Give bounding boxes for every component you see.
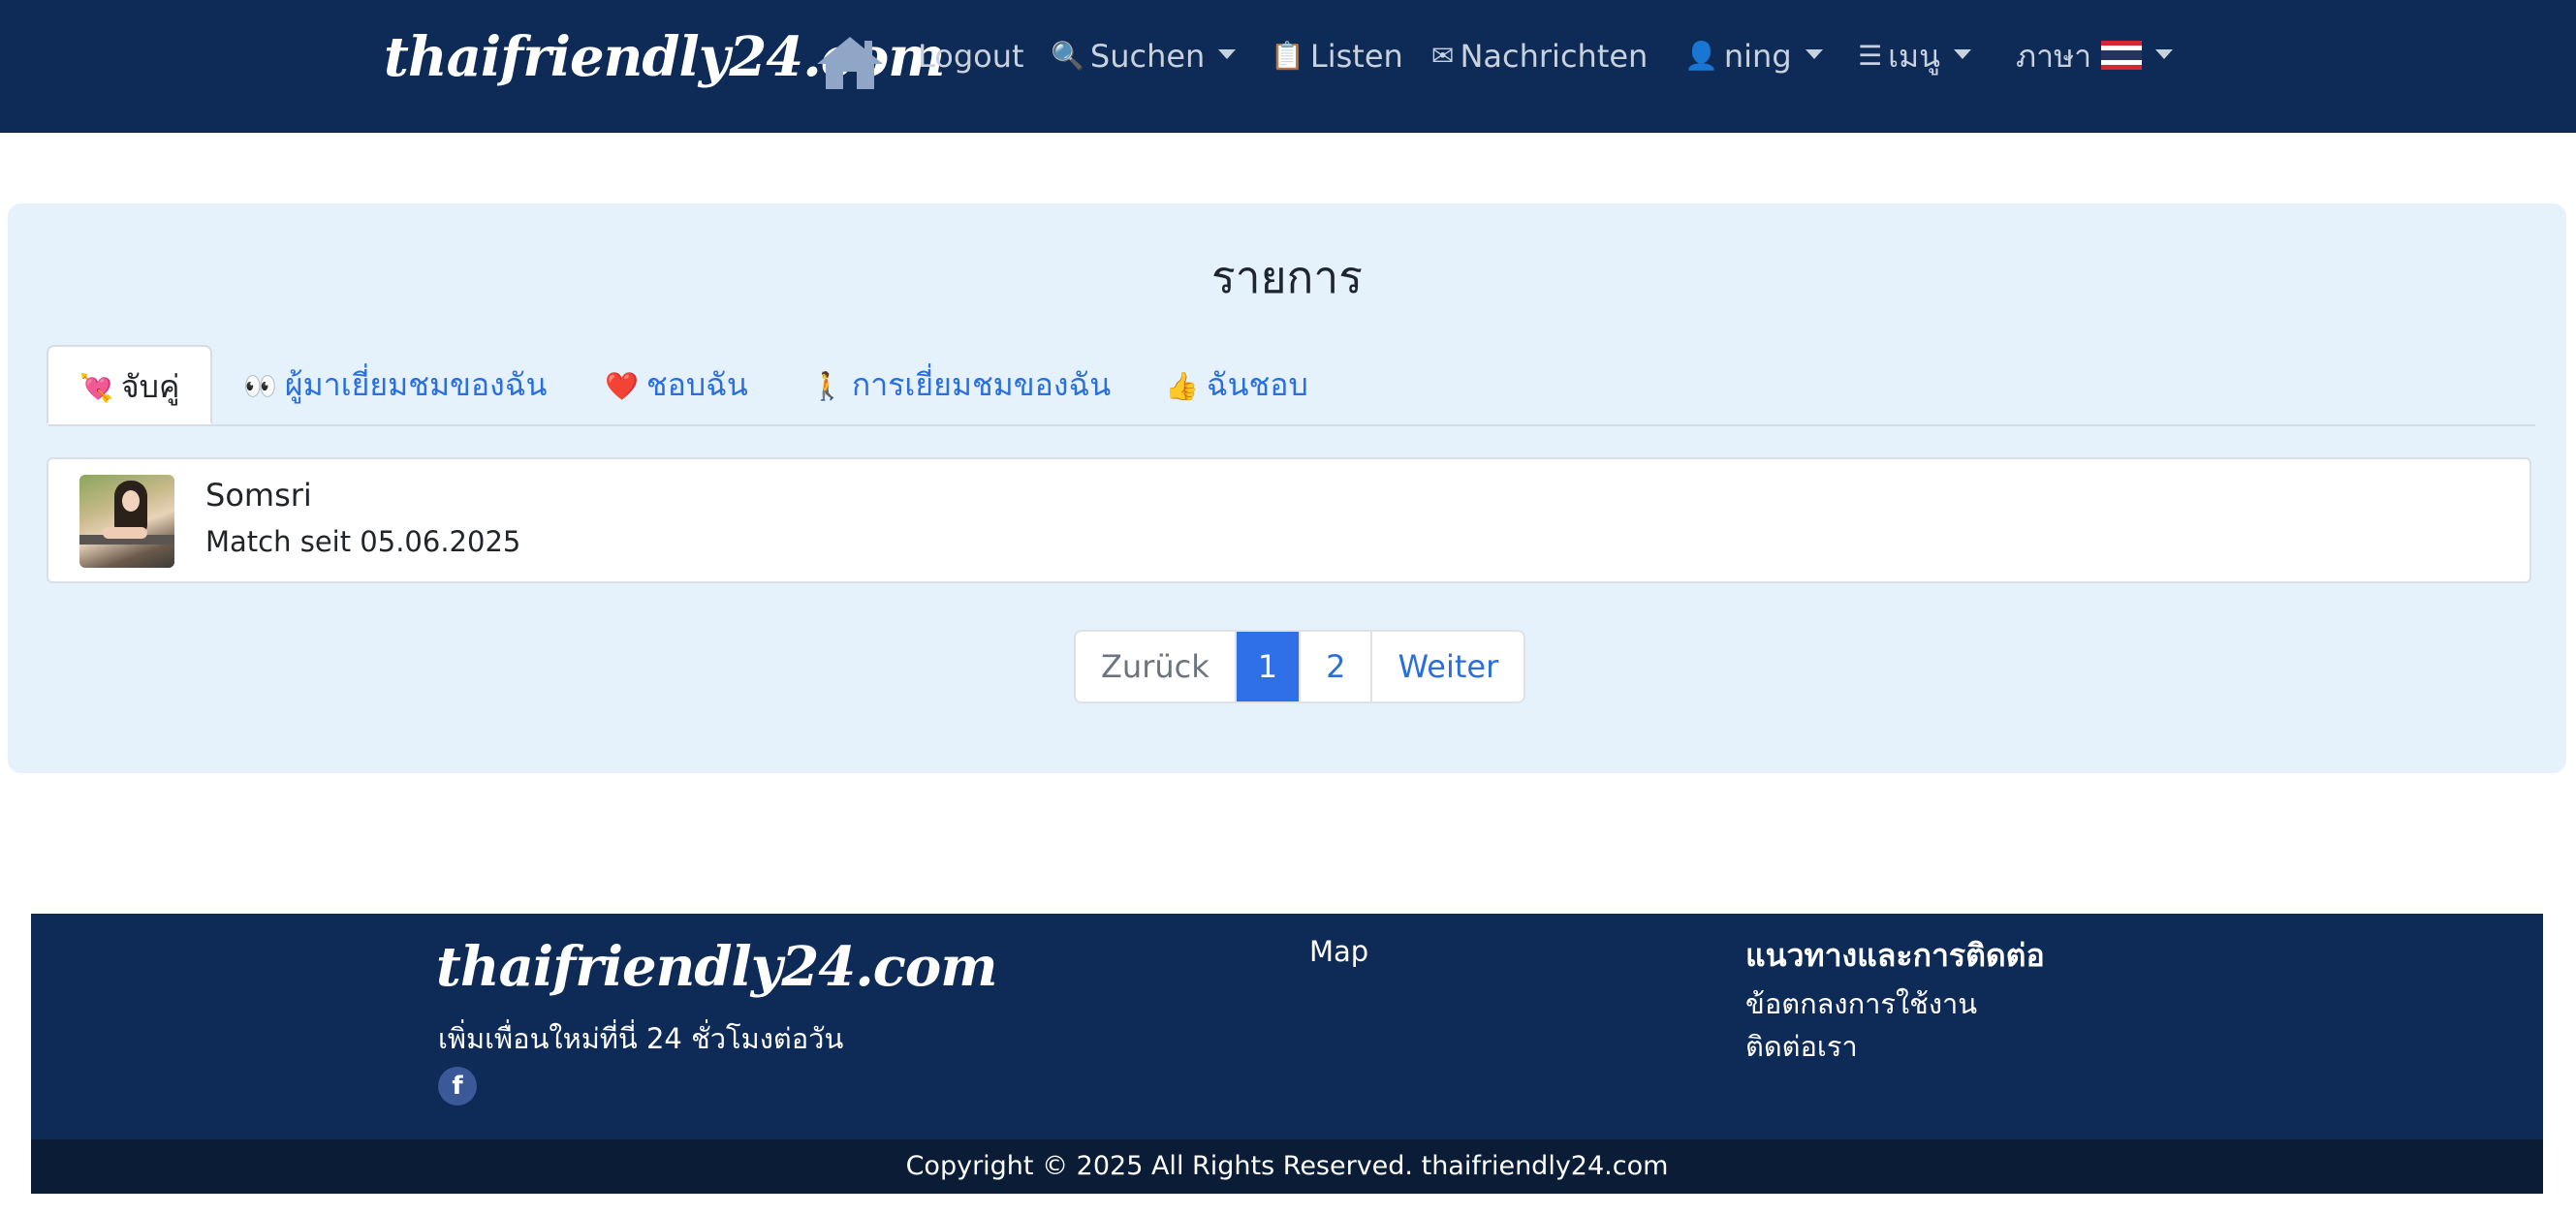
lists-label: Listen bbox=[1309, 38, 1403, 75]
messages-link[interactable]: ✉ Nachrichten bbox=[1431, 33, 1648, 79]
user-menu-label: ning bbox=[1723, 38, 1792, 75]
language-menu-label: ภาษา bbox=[2016, 38, 2092, 75]
lists-panel: รายการ 💘 จับคู่ 👀 ผู้มาเยี่ยมชมของฉัน ❤️ ชอ… bbox=[8, 203, 2566, 773]
tab-likes-me-label: ชอบฉัน bbox=[645, 366, 748, 403]
tab-matches[interactable]: 💘 จับคู่ bbox=[47, 345, 213, 424]
menu-icon: ☰ bbox=[1858, 40, 1883, 72]
thumbs-up-icon: 👍 bbox=[1165, 370, 1199, 402]
search-menu-label: Suchen bbox=[1089, 38, 1206, 75]
copyright-bar: Copyright © 2025 All Rights Reserved. th… bbox=[31, 1139, 2543, 1194]
tab-i-like-label: ฉันชอบ bbox=[1206, 366, 1308, 403]
footer-logo[interactable]: thaifriendly24.com bbox=[436, 935, 997, 999]
pagination: Zurück 1 2 Weiter bbox=[1074, 630, 1526, 703]
page-2-button[interactable]: 2 bbox=[1301, 632, 1373, 701]
eyes-icon: 👀 bbox=[243, 370, 277, 402]
thai-flag-icon bbox=[2101, 41, 2143, 70]
tab-i-like[interactable]: 👍 ฉันชอบ bbox=[1165, 345, 1308, 424]
tab-my-visits-label: การเยี่ยมชมของฉัน bbox=[851, 366, 1112, 403]
chevron-down-icon bbox=[1954, 49, 1972, 59]
magnifier-icon: 🔍 bbox=[1051, 40, 1084, 72]
logout-label: Logout bbox=[918, 38, 1024, 75]
envelope-icon: ✉ bbox=[1431, 40, 1455, 72]
footer-terms-link[interactable]: ข้อตกลงการใช้งาน bbox=[1745, 981, 1977, 1026]
site-footer: thaifriendly24.com เพิ่มเพื่อนใหม่ที่นี่… bbox=[31, 914, 2543, 1194]
clipboard-icon: 📋 bbox=[1271, 40, 1304, 72]
main-menu[interactable]: ☰ เมนู bbox=[1858, 33, 1972, 79]
user-icon: 👤 bbox=[1684, 40, 1718, 72]
page-title: รายการ bbox=[1211, 251, 1363, 303]
tabs-divider bbox=[48, 424, 2535, 426]
heart-arrow-icon: 💘 bbox=[79, 372, 113, 404]
tab-matches-label: จับคู่ bbox=[120, 368, 180, 405]
chevron-down-icon bbox=[2155, 49, 2174, 59]
lists-link[interactable]: 📋 Listen bbox=[1271, 33, 1403, 79]
match-date: Match seit 05.06.2025 bbox=[205, 525, 521, 558]
messages-label: Nachrichten bbox=[1460, 38, 1649, 75]
tab-my-visitors[interactable]: 👀 ผู้มาเยี่ยมชมของฉัน bbox=[243, 345, 547, 424]
footer-map-link[interactable]: Map bbox=[1309, 935, 1368, 968]
walking-icon: 🚶 bbox=[810, 370, 844, 402]
chevron-down-icon bbox=[1805, 49, 1823, 59]
list-item[interactable]: Somsri Match seit 05.06.2025 bbox=[47, 457, 2531, 583]
language-menu[interactable]: ภาษา bbox=[2016, 33, 2174, 79]
tab-likes-me[interactable]: ❤️ ชอบฉัน bbox=[605, 345, 748, 424]
footer-contact-link[interactable]: ติดต่อเรา bbox=[1745, 1024, 1858, 1069]
heart-icon: ❤️ bbox=[605, 370, 639, 402]
home-icon[interactable] bbox=[814, 33, 886, 93]
top-navbar: thaifriendly24.com Logout 🔍 Suchen 📋 Liste… bbox=[0, 0, 2576, 133]
prev-page-button: Zurück bbox=[1076, 632, 1237, 701]
match-name[interactable]: Somsri bbox=[205, 477, 312, 514]
user-menu[interactable]: 👤 ning bbox=[1684, 33, 1823, 79]
tab-my-visits[interactable]: 🚶 การเยี่ยมชมของฉัน bbox=[810, 345, 1111, 424]
chevron-down-icon bbox=[1218, 49, 1237, 59]
next-page-button[interactable]: Weiter bbox=[1372, 632, 1524, 701]
tab-my-visitors-label: ผู้มาเยี่ยมชมของฉัน bbox=[284, 366, 548, 403]
avatar[interactable] bbox=[79, 475, 174, 568]
footer-tagline: เพิ่มเพื่อนใหม่ที่นี่ 24 ชั่วโมงต่อวัน bbox=[438, 1022, 844, 1055]
logout-link[interactable]: Logout bbox=[918, 33, 1024, 79]
page-1-button[interactable]: 1 bbox=[1236, 632, 1302, 701]
facebook-icon[interactable]: f bbox=[438, 1067, 477, 1106]
search-menu[interactable]: 🔍 Suchen bbox=[1051, 33, 1237, 79]
main-menu-label: เมนู bbox=[1888, 38, 1941, 75]
footer-guide-heading: แนวทางและการติดต่อ bbox=[1745, 937, 2045, 974]
